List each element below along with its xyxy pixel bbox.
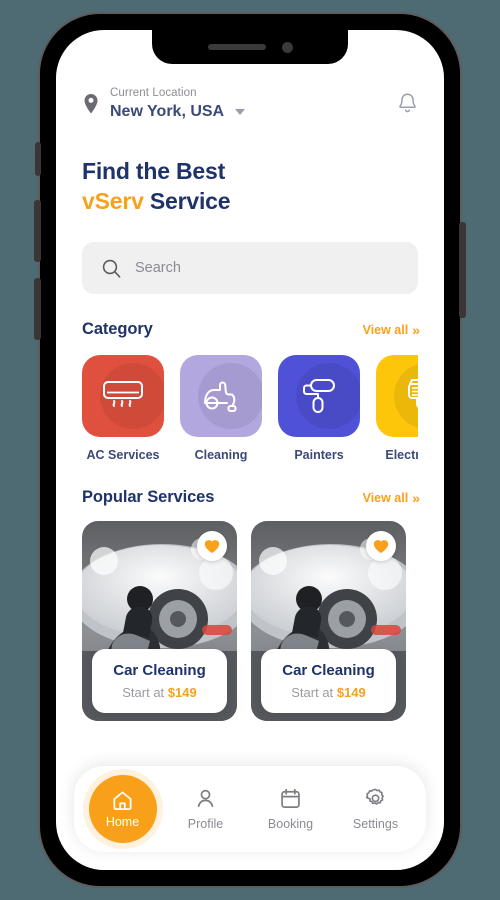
phone-frame: Current Location New York, USA Find the … [34, 12, 466, 888]
heart-icon [373, 539, 389, 553]
location-text-group: Current Location New York, USA [110, 86, 246, 122]
category-item-ac-services[interactable]: AC Services [82, 355, 164, 462]
nav-item-settings[interactable]: Settings [340, 787, 412, 831]
nav-item-home[interactable]: Home [88, 775, 157, 843]
volume-up-button[interactable] [34, 200, 41, 262]
category-list[interactable]: AC Services Cleaning Painters Electr [82, 355, 418, 462]
service-name: Car Cleaning [282, 662, 375, 679]
popular-view-all-link[interactable]: View all » [362, 489, 420, 506]
headline-line-2: vServ Service [82, 186, 418, 216]
category-item-painters[interactable]: Painters [278, 355, 360, 462]
air-conditioner-icon [103, 381, 143, 407]
nav-item-profile[interactable]: Profile [170, 787, 242, 831]
category-view-all-label: View all [362, 322, 409, 337]
speaker-slot-icon [207, 44, 266, 50]
location-pin-icon [82, 93, 100, 115]
category-tile [376, 355, 418, 437]
category-tile [82, 355, 164, 437]
front-camera-icon [281, 41, 293, 53]
price-value: $149 [167, 685, 197, 700]
heart-icon [204, 539, 220, 553]
category-section-title: Category [82, 320, 153, 338]
notification-bell-icon[interactable] [397, 92, 418, 116]
category-tile [180, 355, 262, 437]
category-item-cleaning[interactable]: Cleaning [180, 355, 262, 462]
search-bar[interactable] [82, 242, 418, 294]
location-label: Current Location [110, 87, 197, 99]
service-card[interactable]: Car Cleaning Start at $149 [82, 521, 237, 721]
double-chevron-right-icon: » [412, 321, 420, 338]
headline-service-word: Service [149, 188, 231, 214]
service-info: Car Cleaning Start at $149 [92, 649, 227, 713]
page-title: Find the Best vServ Service [82, 156, 418, 216]
service-name: Car Cleaning [113, 662, 206, 679]
price-prefix: Start at [122, 685, 165, 700]
service-info: Car Cleaning Start at $149 [261, 649, 396, 713]
phone-notch [152, 30, 348, 64]
location-value: New York, USA [110, 103, 225, 120]
double-chevron-right-icon: » [412, 489, 420, 506]
gear-icon [365, 788, 384, 805]
person-icon [197, 789, 214, 808]
headline-line-1: Find the Best [82, 158, 226, 184]
calendar-icon [281, 788, 300, 808]
power-button[interactable] [459, 222, 466, 318]
category-label: Electrician [385, 448, 418, 462]
silent-switch-button[interactable] [35, 142, 41, 176]
category-section-header: Category View all » [82, 320, 420, 339]
category-tile [278, 355, 360, 437]
popular-services-list[interactable]: Car Cleaning Start at $149 Car Cleaning … [82, 521, 418, 721]
bottom-navigation-bar: Home Profile Booking Settings [74, 766, 426, 852]
volume-down-button[interactable] [34, 278, 41, 340]
nav-label: Home [105, 815, 140, 829]
vacuum-cleaner-icon [204, 381, 237, 412]
popular-section-title: Popular Services [82, 488, 215, 506]
search-input[interactable] [135, 260, 398, 276]
price-prefix: Start at [291, 685, 334, 700]
service-price: Start at $149 [267, 685, 390, 700]
popular-view-all-label: View all [362, 490, 409, 505]
paint-roller-icon [303, 379, 335, 413]
brand-name: vServ [82, 188, 144, 214]
power-plug-icon [408, 379, 418, 409]
category-label: AC Services [86, 448, 160, 462]
nav-label: Settings [352, 817, 399, 831]
category-label: Cleaning [194, 448, 248, 462]
nav-item-booking[interactable]: Booking [255, 787, 327, 831]
home-icon [113, 791, 132, 810]
category-view-all-link[interactable]: View all » [362, 321, 420, 338]
price-value: $149 [336, 685, 366, 700]
category-item-electrician[interactable]: Electrician [376, 355, 418, 462]
popular-section-header: Popular Services View all » [82, 488, 420, 507]
favorite-button[interactable] [197, 531, 227, 561]
category-label: Painters [294, 448, 344, 462]
nav-label: Profile [187, 817, 224, 831]
location-selector[interactable]: New York, USA [110, 101, 246, 122]
phone-screen: Current Location New York, USA Find the … [56, 30, 444, 870]
chevron-down-icon [235, 108, 246, 115]
service-card[interactable]: Car Cleaning Start at $149 [251, 521, 406, 721]
search-icon [102, 259, 121, 278]
nav-label: Booking [267, 817, 314, 831]
favorite-button[interactable] [366, 531, 396, 561]
service-price: Start at $149 [98, 685, 221, 700]
app-content: Current Location New York, USA Find the … [56, 30, 444, 870]
location-bar: Current Location New York, USA [82, 86, 418, 122]
